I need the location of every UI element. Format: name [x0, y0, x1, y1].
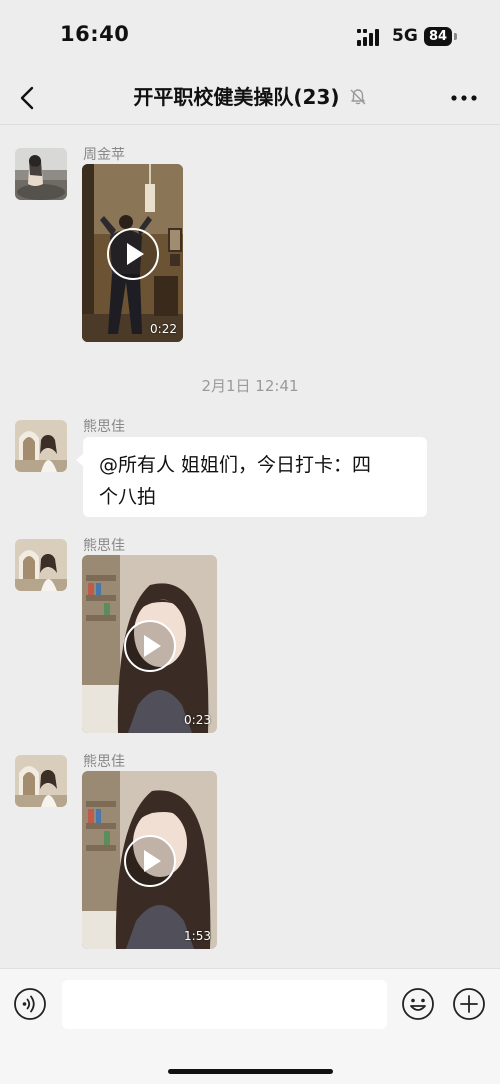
video-duration: 1:53 [184, 929, 211, 943]
sender-name: 熊思佳 [83, 419, 125, 435]
message-text-line: 个八拍 [99, 486, 157, 508]
video-message[interactable]: 0:23 [82, 555, 217, 733]
play-icon[interactable] [107, 228, 159, 280]
message-text-line: @所有人 姐姐们，今日打卡：四 [99, 454, 372, 476]
avatar[interactable] [15, 148, 67, 200]
sender-name: 周金苹 [83, 147, 125, 163]
status-time: 16:40 [60, 22, 130, 46]
video-duration: 0:22 [150, 322, 177, 336]
network-type: 5G [392, 26, 418, 46]
play-icon[interactable] [124, 620, 176, 672]
status-bar: 16:40 5G 84 [0, 0, 500, 72]
chat-title-wrap: 开平职校健美操队(23) [0, 72, 500, 124]
text-message-bubble[interactable]: @所有人 姐姐们，今日打卡：四 个八拍 [76, 437, 427, 517]
avatar[interactable] [15, 539, 67, 591]
signal-bars-icon [357, 29, 379, 46]
sender-name: 熊思佳 [83, 538, 125, 554]
avatar[interactable] [15, 420, 67, 472]
video-message[interactable]: 1:53 [82, 771, 217, 949]
message-input[interactable] [62, 980, 387, 1029]
home-indicator [168, 1069, 333, 1074]
voice-button[interactable] [13, 987, 47, 1021]
emoji-button[interactable] [401, 987, 435, 1021]
video-message[interactable]: 0:22 [82, 164, 183, 342]
play-icon[interactable] [124, 835, 176, 887]
battery-cap [454, 33, 457, 40]
chat-title[interactable]: 开平职校健美操队(23) [133, 72, 339, 122]
back-button[interactable] [12, 82, 44, 114]
bell-muted-icon [350, 89, 366, 105]
sender-name: 熊思佳 [83, 754, 125, 770]
chat-message-list[interactable]: 周金苹 0:22 2月1日 12:41 熊思佳 @所有人 姐姐们，今日打卡：四 … [0, 125, 500, 968]
add-button[interactable] [452, 987, 486, 1021]
battery-level: 84 [428, 29, 448, 44]
avatar[interactable] [15, 755, 67, 807]
input-bar [0, 968, 500, 1084]
more-button[interactable] [446, 84, 482, 112]
video-duration: 0:23 [184, 713, 211, 727]
timestamp: 2月1日 12:41 [201, 377, 299, 395]
chat-header: 开平职校健美操队(23) [0, 72, 500, 125]
battery-icon: 84 [424, 27, 452, 46]
